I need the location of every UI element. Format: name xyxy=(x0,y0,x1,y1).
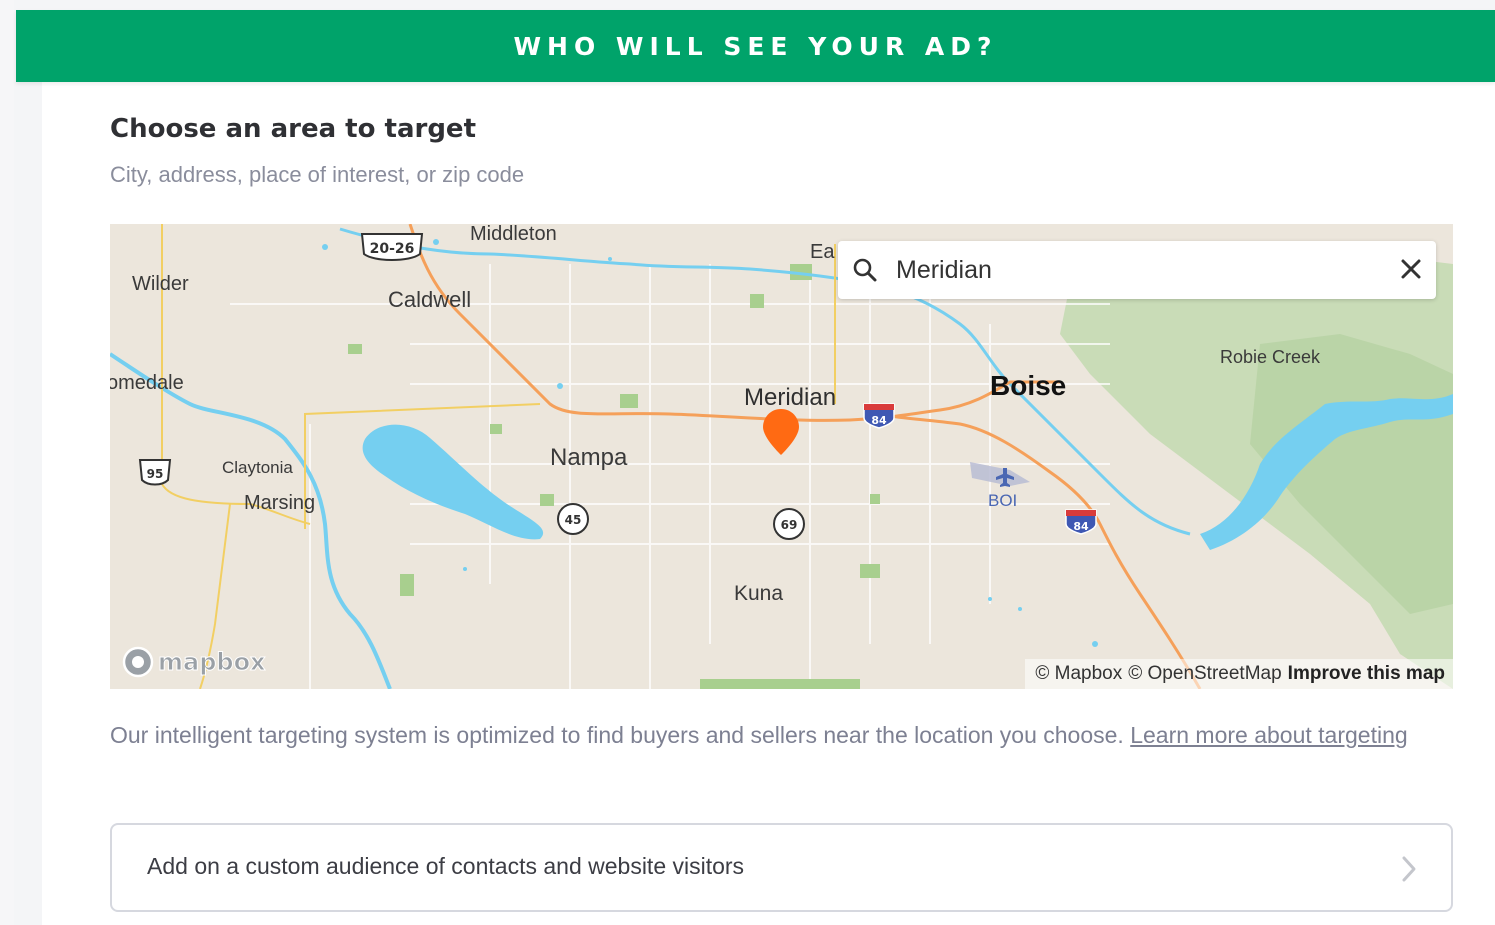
learn-more-targeting-link[interactable]: Learn more about targeting xyxy=(1130,722,1407,748)
target-area-title: Choose an area to target xyxy=(110,114,476,144)
page-left-strip xyxy=(0,0,14,925)
svg-text:84: 84 xyxy=(1073,520,1089,533)
search-icon xyxy=(853,258,877,282)
map-label-middleton: Middleton xyxy=(470,224,557,245)
map-label-claytonia: Claytonia xyxy=(222,458,293,477)
route-shield-sh45: 45 xyxy=(557,503,589,535)
airport-area xyxy=(970,462,1030,486)
targeting-description-text: Our intelligent targeting system is opti… xyxy=(110,722,1131,748)
attribution-osm-link[interactable]: © OpenStreetMap xyxy=(1128,663,1281,685)
map-label-wilder: Wilder xyxy=(132,273,189,295)
map-label-kuna: Kuna xyxy=(734,582,784,605)
route-shield-i84-west: 84 xyxy=(863,403,895,429)
route-shield-us20-26: 20-26 xyxy=(360,233,424,261)
state-roads xyxy=(161,224,836,689)
map-label-airport: BOI xyxy=(988,491,1018,510)
custom-audience-label: Add on a custom audience of contacts and… xyxy=(147,853,745,879)
map-label-boise: Boise xyxy=(990,370,1067,401)
map-pin-icon xyxy=(763,409,799,455)
map-label-eagle: Ea xyxy=(810,241,835,263)
map-label-meridian: Meridian xyxy=(744,384,837,411)
map-view[interactable]: 20-26 84 84 95 45 69 Wilder omedale Midd… xyxy=(110,224,1453,689)
map-label-robie-creek: Robie Creek xyxy=(1220,347,1321,367)
custom-audience-button[interactable]: Add on a custom audience of contacts and… xyxy=(110,823,1453,912)
snake-river xyxy=(110,352,392,689)
map-attribution: © Mapbox © OpenStreetMap Improve this ma… xyxy=(1025,659,1453,689)
targeting-description: Our intelligent targeting system is opti… xyxy=(110,718,1440,753)
route-shield-sh69: 69 xyxy=(773,508,805,540)
route-shield-us95: 95 xyxy=(138,459,172,486)
route-shield-i84-east: 84 xyxy=(1065,509,1097,535)
svg-text:69: 69 xyxy=(781,518,798,532)
target-area-subtitle: City, address, place of interest, or zip… xyxy=(110,162,525,187)
map-label-nampa: Nampa xyxy=(550,444,628,471)
section-banner: WHO WILL SEE YOUR AD? xyxy=(16,10,1495,82)
svg-text:20-26: 20-26 xyxy=(370,241,415,257)
svg-text:84: 84 xyxy=(871,414,887,427)
mapbox-logo[interactable]: mapbox xyxy=(122,644,272,680)
svg-text:mapbox: mapbox xyxy=(158,648,266,676)
chevron-right-icon xyxy=(1402,856,1416,882)
svg-text:45: 45 xyxy=(565,513,582,527)
attribution-mapbox-link[interactable]: © Mapbox xyxy=(1035,663,1122,685)
map-search-box xyxy=(838,241,1436,299)
lake xyxy=(362,424,544,540)
map-label-homedale: omedale xyxy=(110,372,184,394)
map-label-marsing: Marsing xyxy=(244,492,316,514)
close-icon[interactable] xyxy=(1400,258,1422,280)
map-search-input[interactable] xyxy=(896,253,1376,287)
map-label-caldwell: Caldwell xyxy=(388,287,472,312)
banner-title: WHO WILL SEE YOUR AD? xyxy=(513,31,998,61)
svg-text:95: 95 xyxy=(147,467,164,481)
improve-map-link[interactable]: Improve this map xyxy=(1288,663,1445,685)
